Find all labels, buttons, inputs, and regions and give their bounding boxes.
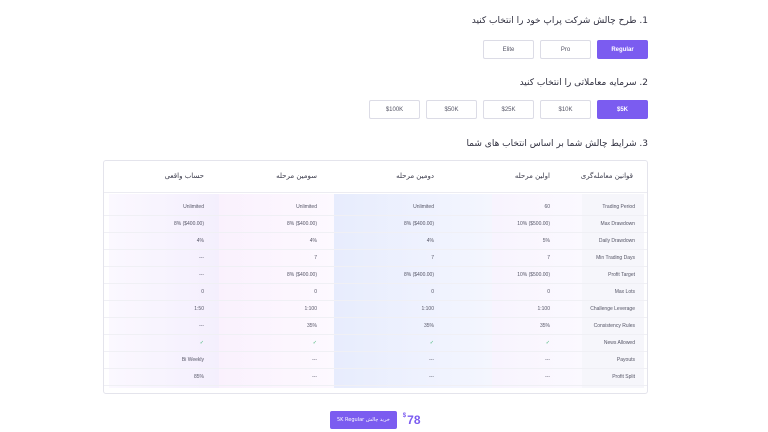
cell-real: Bi Weekly — [181, 357, 204, 363]
row-label: Consistency Rules — [593, 323, 635, 329]
buy-challenge-button[interactable]: خرید چالش 5K Regular — [330, 411, 397, 429]
price: $78 — [403, 413, 421, 427]
plan-options: Regular Pro Elite — [483, 40, 648, 59]
header-rules: قوانین معامله‌گری — [580, 172, 633, 180]
row-label: Min Trading Days — [596, 255, 635, 261]
capital-option-100k[interactable]: $100K — [369, 100, 420, 119]
cell-phase2: 4% — [426, 238, 434, 244]
table-header: قوانین معامله‌گری اولین مرحله دومین مرحل… — [104, 161, 647, 193]
cell-phase1: 5% — [542, 238, 550, 244]
cell-real: 0 — [201, 289, 204, 295]
cell-real: ✓ — [199, 340, 204, 346]
table-row: Profit Target 10% ($500.00) 8% ($400.00) 8%… — [104, 267, 647, 284]
cell-phase1: --- — [545, 357, 550, 363]
cell-real: --- — [199, 255, 204, 261]
cell-phase3: Unlimited — [296, 204, 317, 210]
row-label: News Allowed — [603, 340, 635, 346]
row-label: Profit Target — [608, 272, 635, 278]
header-phase3: سومین مرحله — [276, 172, 317, 180]
cell-phase2: ✓ — [429, 340, 434, 346]
table-body: Trading Period 60 Unlimited Unlimited Unlimi… — [104, 199, 647, 386]
cell-phase3: 7 — [314, 255, 317, 261]
cell-phase3: --- — [312, 357, 317, 363]
cell-phase2: 7 — [431, 255, 434, 261]
cell-phase2: --- — [429, 357, 434, 363]
cell-phase3: 8% ($400.00) — [286, 272, 317, 278]
cell-real: 4% — [196, 238, 204, 244]
capital-option-25k[interactable]: $25K — [483, 100, 534, 119]
cell-phase3: ✓ — [312, 340, 317, 346]
cell-phase2: --- — [429, 374, 434, 380]
cell-phase3: 35% — [306, 323, 317, 329]
cell-phase2: 35% — [423, 323, 434, 329]
row-label: Profit Split — [612, 374, 635, 380]
cell-phase2: 8% ($400.00) — [403, 272, 434, 278]
cell-real: --- — [199, 272, 204, 278]
table-row: Payouts --- --- --- Bi Weekly — [104, 352, 647, 369]
cell-phase2: 8% ($400.00) — [403, 221, 434, 227]
conditions-table: قوانین معامله‌گری اولین مرحله دومین مرحل… — [103, 160, 648, 394]
table-row: News Allowed ✓ ✓ ✓ ✓ — [104, 335, 647, 352]
plan-option-pro[interactable]: Pro — [540, 40, 591, 59]
plan-option-regular[interactable]: Regular — [597, 40, 648, 59]
cell-phase2: 1:100 — [421, 306, 434, 312]
capital-option-5k[interactable]: $5K — [597, 100, 648, 119]
cell-phase3: 0 — [314, 289, 317, 295]
capital-option-50k[interactable]: $50K — [426, 100, 477, 119]
cell-phase1: 35% — [539, 323, 550, 329]
header-phase2: دومین مرحله — [396, 172, 434, 180]
table-row: Daily Drawdown 5% 4% 4% 4% — [104, 233, 647, 250]
table-row: Challenge Leverage 1:100 1:100 1:100 1:50 — [104, 301, 647, 318]
cell-phase3: 8% ($400.00) — [286, 221, 317, 227]
step1-title: 1. طرح چالش شرکت پراپ خود را انتخاب کنید — [471, 16, 648, 26]
cell-real: --- — [199, 323, 204, 329]
table-row: Consistency Rules 35% 35% 35% --- — [104, 318, 647, 335]
row-label: Daily Drawdown — [598, 238, 635, 244]
cell-phase1: --- — [545, 374, 550, 380]
cell-phase1: 1:100 — [537, 306, 550, 312]
plan-option-elite[interactable]: Elite — [483, 40, 534, 59]
cell-real: 8% ($400.00) — [173, 221, 204, 227]
row-label: Payouts — [616, 357, 635, 363]
cell-phase1: ✓ — [545, 340, 550, 346]
cell-phase2: Unlimited — [413, 204, 434, 210]
currency-symbol: $ — [402, 413, 407, 419]
cell-phase3: 4% — [309, 238, 317, 244]
cell-real: Unlimited — [183, 204, 204, 210]
step3-title: 3. شرایط چالش شما بر اساس انتخاب های شما — [466, 139, 648, 149]
capital-option-10k[interactable]: $10K — [540, 100, 591, 119]
row-label: Max Lots — [614, 289, 635, 295]
cell-phase1: 7 — [547, 255, 550, 261]
capital-options: $5K $10K $25K $50K $100K — [369, 100, 648, 119]
header-phase1: اولین مرحله — [514, 172, 550, 180]
row-label: Max Drawdown — [600, 221, 635, 227]
cell-phase1: 10% ($500.00) — [517, 272, 550, 278]
cell-real: 1:50 — [194, 306, 204, 312]
table-row: Trading Period 60 Unlimited Unlimited Unlimi… — [104, 199, 647, 216]
cell-real: 85% — [193, 374, 204, 380]
cell-phase3: --- — [312, 374, 317, 380]
cell-phase1: 0 — [547, 289, 550, 295]
step2-title: 2. سرمایه معاملاتی را انتخاب کنید — [519, 78, 648, 88]
header-real: حساب واقعی — [164, 172, 204, 180]
cell-phase1: 10% ($500.00) — [517, 221, 550, 227]
table-row: Max Drawdown 10% ($500.00) 8% ($400.00) 8% … — [104, 216, 647, 233]
cell-phase2: 0 — [431, 289, 434, 295]
table-row: Max Lots 0 0 0 0 — [104, 284, 647, 301]
table-row: Min Trading Days 7 7 7 --- — [104, 250, 647, 267]
cell-phase1: 60 — [544, 204, 550, 210]
cell-phase3: 1:100 — [304, 306, 317, 312]
table-row: Profit Split --- --- --- 85% — [104, 369, 647, 386]
price-value: 78 — [407, 413, 421, 427]
purchase-area: خرید چالش 5K Regular $78 — [330, 411, 421, 429]
row-label: Trading Period — [602, 204, 635, 210]
row-label: Challenge Leverage — [590, 306, 635, 312]
